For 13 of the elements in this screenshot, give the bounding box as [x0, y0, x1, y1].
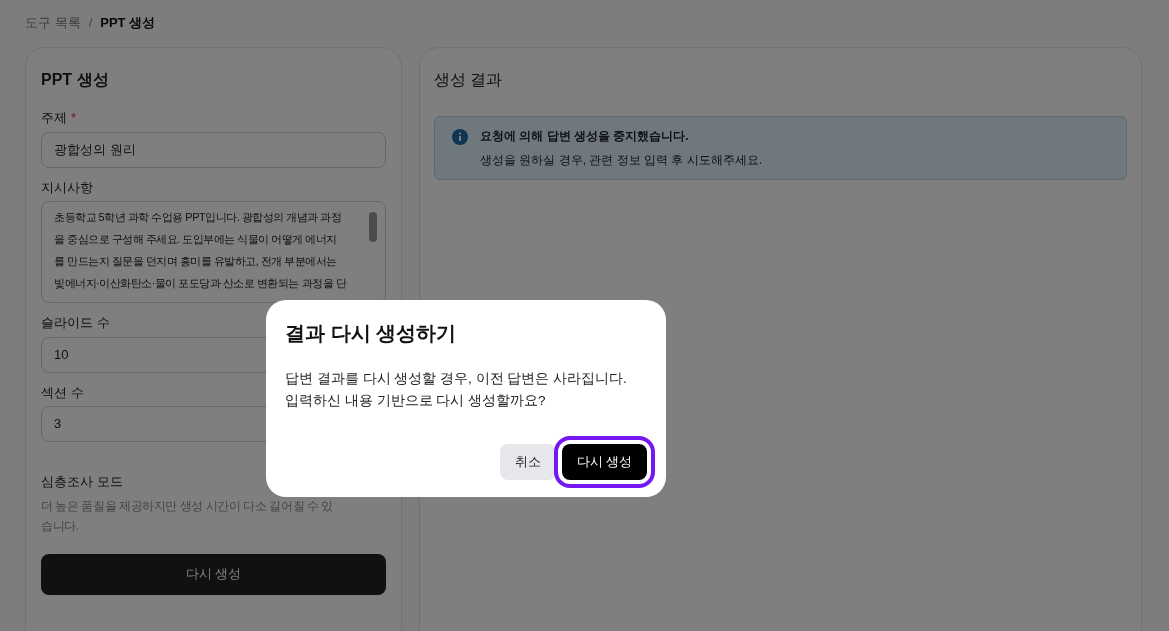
field-label: 슬라이드 수: [41, 314, 110, 332]
alert-message: 생성을 원하실 경우, 관련 정보 입력 후 시도해주세요.: [480, 152, 762, 169]
dialog-message: 답변 결과를 다시 생성할 경우, 이전 답변은 사라집니다.: [285, 370, 628, 388]
card-title: PPT 생성: [41, 70, 110, 90]
field-label: 주제: [41, 109, 67, 127]
breadcrumb-separator: /: [88, 14, 93, 33]
field-label: 지시사항: [41, 178, 93, 197]
required-mark: *: [71, 109, 77, 127]
alert-title: 요청에 의해 답변 생성을 중지했습니다.: [480, 128, 690, 145]
option-title: 심층조사 모드: [41, 473, 124, 491]
card-title: 생성 결과: [434, 70, 504, 90]
breadcrumb-item: PPT 생성: [100, 14, 156, 33]
field-label: 섹션 수: [41, 383, 84, 402]
